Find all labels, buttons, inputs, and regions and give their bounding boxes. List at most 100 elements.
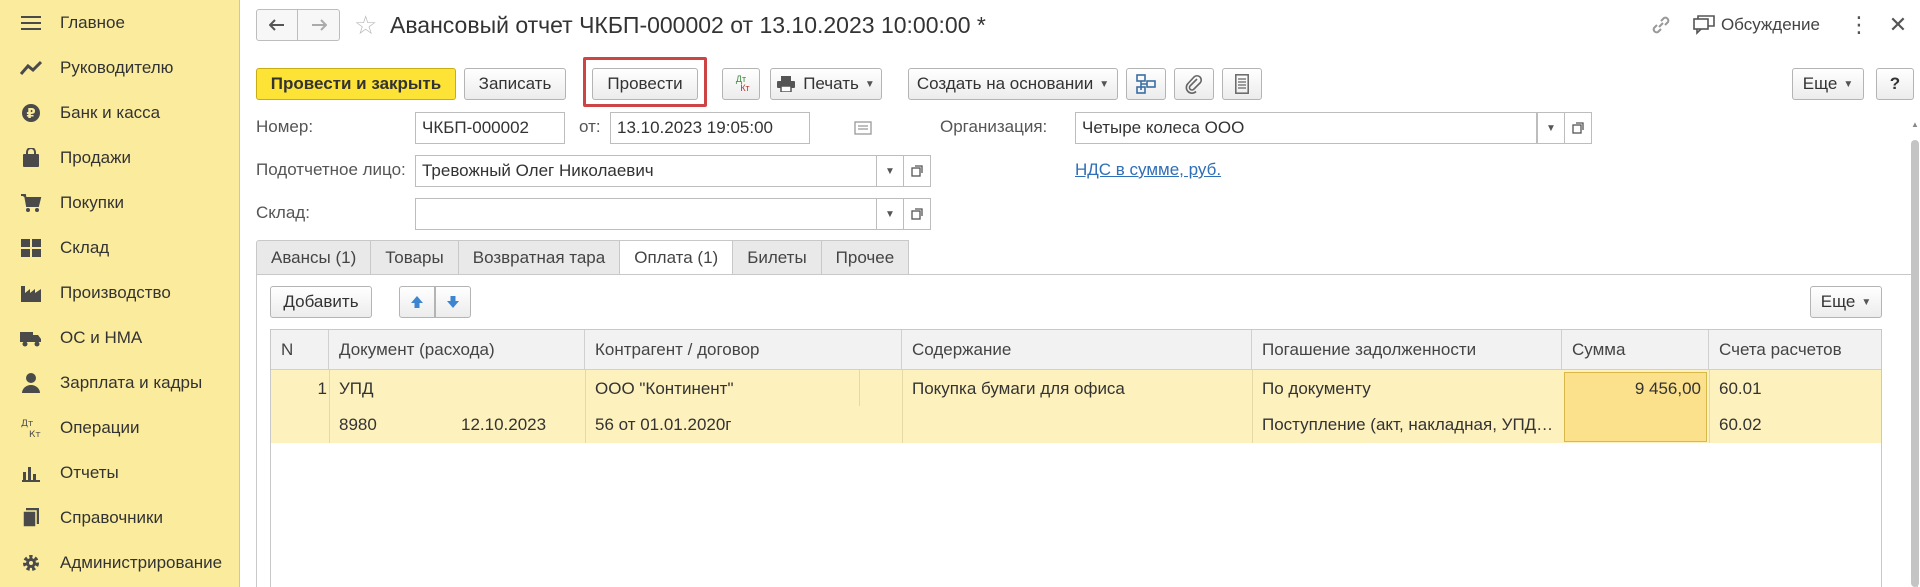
discussion-label: Обсуждение — [1720, 15, 1820, 34]
sidebar-item-catalogs[interactable]: Справочники — [0, 495, 240, 540]
vat-amount-link[interactable]: НДС в сумме, руб. — [1075, 160, 1221, 180]
ruble-coin-icon: ₽ — [20, 102, 42, 124]
open-window-icon — [911, 208, 923, 220]
menu-icon — [20, 12, 42, 34]
column-header-accounts[interactable]: Счета расчетов — [1709, 330, 1881, 370]
date-field[interactable]: 13.10.2023 19:05:00 — [610, 112, 810, 144]
more-button[interactable]: Еще ▼ — [1792, 68, 1864, 100]
back-button[interactable] — [256, 9, 298, 41]
favorite-star-icon[interactable]: ☆ — [354, 12, 380, 38]
organization-field[interactable]: Четыре колеса ООО — [1075, 112, 1537, 144]
sidebar-item-salary[interactable]: Зарплата и кадры — [0, 360, 240, 405]
tab-tickets[interactable]: Билеты — [732, 240, 821, 275]
scrollbar-thumb[interactable] — [1911, 140, 1919, 587]
sidebar-item-label: ОС и НМА — [60, 327, 143, 347]
title-actions: Обсуждение ⋮ ✕ — [1647, 10, 1920, 40]
sum-value: 9 456,00 — [1634, 379, 1701, 398]
sidebar-item-production[interactable]: Производство — [0, 270, 240, 315]
comment-icon[interactable] — [854, 120, 872, 135]
settlement-account: 60.01 — [1719, 379, 1762, 398]
open-window-icon — [911, 165, 923, 177]
tab-goods[interactable]: Товары — [370, 240, 458, 275]
column-header-sum[interactable]: Сумма — [1562, 330, 1709, 370]
create-based-on-label: Создать на основании — [916, 74, 1094, 93]
date-label: от: — [579, 117, 601, 136]
move-up-button[interactable] — [399, 286, 435, 318]
column-header-content[interactable]: Содержание — [902, 330, 1252, 370]
column-header-repayment[interactable]: Погашение задолженности — [1252, 330, 1562, 370]
warehouse-dropdown-button[interactable]: ▼ — [876, 198, 904, 230]
table-more-button[interactable]: Еще ▼ — [1810, 286, 1882, 318]
structure-button[interactable] — [1126, 68, 1166, 100]
attach-button[interactable] — [1174, 68, 1214, 100]
accountable-person-label: Подотчетное лицо: — [256, 160, 406, 179]
person-open-button[interactable] — [903, 155, 931, 187]
more-label: Еще — [1802, 74, 1838, 93]
table-more-label: Еще — [1820, 292, 1856, 311]
sidebar-item-assets[interactable]: ОС и НМА — [0, 315, 240, 360]
more-vertical-icon[interactable]: ⋮ — [1848, 12, 1870, 38]
sidebar-item-reports[interactable]: Отчеты — [0, 450, 240, 495]
organization-dropdown-button[interactable]: ▼ — [1537, 112, 1565, 144]
sidebar-item-label: Продажи — [60, 147, 131, 167]
tab-returnable-packaging[interactable]: Возвратная тара — [457, 240, 620, 275]
chevron-down-icon: ▼ — [1099, 78, 1110, 90]
help-button[interactable]: ? — [1876, 68, 1914, 100]
person-icon — [20, 372, 42, 394]
dt-kt-button[interactable]: Дт Кт — [722, 68, 760, 100]
accountable-person-value: Тревожный Олег Николаевич — [422, 161, 654, 180]
sidebar-item-label: Отчеты — [60, 462, 119, 482]
column-header-n[interactable]: N — [271, 330, 329, 370]
person-dropdown-button[interactable]: ▼ — [876, 155, 904, 187]
sidebar-item-label: Банк и касса — [60, 102, 161, 122]
print-button[interactable]: Печать ▼ — [770, 68, 882, 100]
warehouse-open-button[interactable] — [903, 198, 931, 230]
sidebar-item-admin[interactable]: Администрирование — [0, 540, 240, 585]
add-row-button[interactable]: Добавить — [270, 286, 372, 318]
document-number: 8980 — [339, 415, 377, 434]
svg-text:Дт: Дт — [21, 419, 33, 429]
save-button[interactable]: Записать — [464, 68, 566, 100]
bar-chart-icon — [20, 462, 42, 484]
row-number: 1 — [317, 379, 327, 398]
tab-other[interactable]: Прочее — [820, 240, 910, 275]
sidebar-item-warehouse[interactable]: Склад — [0, 225, 240, 270]
post-and-close-button[interactable]: Провести и закрыть — [256, 68, 456, 100]
scroll-up-icon[interactable]: ▲ — [1910, 120, 1920, 129]
sidebar-item-label: Операции — [60, 417, 140, 437]
sidebar-item-operations[interactable]: Дт Кт Операции — [0, 405, 240, 450]
sidebar-item-sales[interactable]: Продажи — [0, 135, 240, 180]
sidebar-item-bank[interactable]: ₽ Банк и касса — [0, 90, 240, 135]
content: Покупка бумаги для офиса — [912, 379, 1125, 398]
warehouse-field[interactable] — [415, 198, 877, 230]
tab-bar: Авансы (1) Товары Возвратная тара Оплата… — [256, 240, 910, 275]
title-bar: ☆ Авансовый отчет ЧКБП-000002 от 13.10.2… — [256, 8, 986, 42]
command-bar: Провести и закрыть Записать Провести Дт … — [256, 57, 1920, 107]
sidebar-item-label: Справочники — [60, 507, 163, 527]
number-field[interactable]: ЧКБП-000002 — [415, 112, 565, 144]
sidebar-item-purchases[interactable]: Покупки — [0, 180, 240, 225]
sidebar-item-label: Руководителю — [60, 57, 174, 77]
tab-payment[interactable]: Оплата (1) — [619, 240, 733, 275]
sidebar-item-main[interactable]: Главное — [0, 0, 240, 45]
column-divider — [859, 370, 860, 406]
dt-kt-icon-bottom: Кт — [740, 83, 750, 93]
tab-advances[interactable]: Авансы (1) — [256, 240, 371, 275]
scrollbar[interactable]: ▲ — [1910, 120, 1920, 587]
accountable-person-field[interactable]: Тревожный Олег Николаевич — [415, 155, 877, 187]
sidebar-item-manager[interactable]: Руководителю — [0, 45, 240, 90]
create-based-on-button[interactable]: Создать на основании ▼ — [908, 68, 1118, 100]
discussion-button[interactable]: Обсуждение — [1693, 15, 1820, 35]
column-header-document[interactable]: Документ (расхода) — [329, 330, 585, 370]
column-header-counterparty[interactable]: Контрагент / договор — [585, 330, 902, 370]
report-button[interactable] — [1222, 68, 1262, 100]
move-down-button[interactable] — [435, 286, 471, 318]
organization-open-button[interactable] — [1564, 112, 1592, 144]
advance-account: 60.02 — [1719, 415, 1762, 434]
forward-button[interactable] — [298, 9, 340, 41]
chevron-down-icon: ▼ — [885, 208, 895, 220]
post-button[interactable]: Провести — [592, 68, 698, 100]
column-divider — [1709, 370, 1710, 443]
link-icon[interactable] — [1647, 11, 1675, 39]
close-icon[interactable]: ✕ — [1886, 12, 1910, 38]
